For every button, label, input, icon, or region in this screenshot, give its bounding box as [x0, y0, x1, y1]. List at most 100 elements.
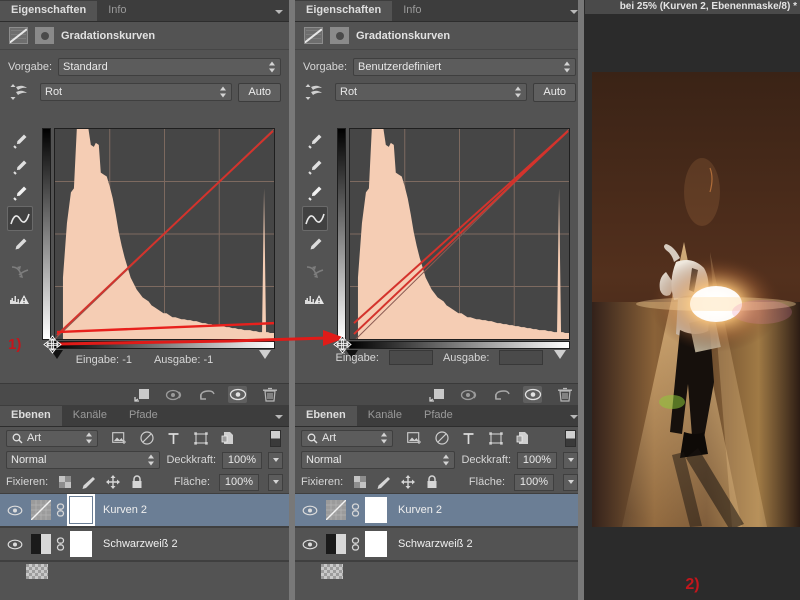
pencil-tool-icon-right[interactable]: [302, 232, 328, 257]
filter-toggle-switch-right[interactable]: [565, 430, 576, 447]
lock-position-icon-right[interactable]: [400, 475, 415, 490]
eyedropper-black-icon[interactable]: [7, 128, 33, 153]
preset-select-right[interactable]: Benutzerdefiniert: [353, 58, 576, 76]
tab-eigenschaften-right[interactable]: Eigenschaften: [295, 1, 392, 21]
tab-pfade-right[interactable]: Pfade: [413, 406, 464, 426]
preset-spinner-icon-right[interactable]: [564, 62, 571, 73]
layer-visibility-toggle-left-0[interactable]: [4, 505, 26, 516]
layer-visibility-toggle-right-0[interactable]: [299, 505, 321, 516]
clipping-warning-icon[interactable]: [7, 287, 33, 312]
tab-pfade-left[interactable]: Pfade: [118, 406, 169, 426]
curve-graph-left[interactable]: [42, 128, 275, 350]
target-adjust-tool-icon-left[interactable]: [8, 82, 34, 102]
curve-editor-left[interactable]: Eingabe: -1 Ausgabe: -1: [0, 128, 289, 363]
blend-mode-spinner-icon-left[interactable]: [148, 455, 155, 466]
pencil-tool-icon[interactable]: [7, 232, 33, 257]
document-canvas-image[interactable]: [592, 72, 800, 527]
link-mask-icon-left-1[interactable]: [56, 537, 65, 551]
curve-point-tool-icon-right[interactable]: [302, 206, 328, 231]
layer-mask-thumbnail-right-1[interactable]: [365, 531, 387, 557]
tab-kanaele-left[interactable]: Kanäle: [62, 406, 118, 426]
layer-mask-thumbnail-left-1[interactable]: [70, 531, 92, 557]
layer-row-schwarzweiss2-right[interactable]: Schwarzweiß 2: [295, 527, 584, 561]
lock-image-pixels-icon[interactable]: [81, 475, 96, 490]
clip-to-layer-icon-left[interactable]: [132, 386, 151, 403]
layer-mask-thumbnail-right-0[interactable]: [365, 497, 387, 523]
eyedropper-gray-icon-right[interactable]: [302, 154, 328, 179]
blend-mode-select-left[interactable]: Normal: [6, 451, 160, 469]
opacity-dropdown-icon-right[interactable]: [563, 452, 578, 469]
adjustment-layer-filter-icon-right[interactable]: [434, 431, 449, 446]
panel-menu-icon-left[interactable]: [275, 7, 284, 16]
document-titlebar[interactable]: bei 25% (Kurven 2, Ebenenmaske/8) *: [585, 0, 800, 14]
lock-position-icon[interactable]: [105, 475, 120, 490]
fill-dropdown-icon-left[interactable]: [268, 474, 283, 491]
opacity-dropdown-icon-left[interactable]: [268, 452, 283, 469]
clipping-warning-icon-right[interactable]: [302, 287, 328, 312]
opacity-value-box-left[interactable]: 100%: [222, 452, 262, 469]
tab-eigenschaften-left[interactable]: Eigenschaften: [0, 1, 97, 21]
layer-thumbnail-bw-right[interactable]: [326, 534, 346, 554]
delete-adjustment-icon-right[interactable]: [555, 386, 574, 403]
target-adjust-tool-icon-right[interactable]: [303, 82, 329, 102]
link-mask-icon-left-0[interactable]: [56, 503, 65, 517]
blend-mode-spinner-icon-right[interactable]: [443, 455, 450, 466]
filter-toggle-switch-left[interactable]: [270, 430, 281, 447]
lock-image-pixels-icon-right[interactable]: [376, 475, 391, 490]
lock-all-icon-right[interactable]: [424, 475, 439, 490]
auto-button-right[interactable]: Auto: [533, 83, 576, 102]
curve-point-tool-icon[interactable]: [7, 206, 33, 231]
layers-panel-menu-icon-left[interactable]: [275, 412, 284, 421]
layer-visibility-toggle-left-1[interactable]: [4, 539, 26, 550]
preset-spinner-icon-left[interactable]: [269, 62, 276, 73]
smart-object-filter-icon[interactable]: [220, 431, 235, 446]
output-field-right[interactable]: [499, 350, 543, 365]
tab-ebenen-left[interactable]: Ebenen: [0, 406, 62, 426]
toggle-visibility-icon-right[interactable]: [523, 386, 542, 403]
layer-row-kurven2-left[interactable]: Kurven 2: [0, 493, 289, 527]
fill-value-box-left[interactable]: 100%: [219, 474, 259, 491]
eyedropper-gray-icon[interactable]: [7, 154, 33, 179]
layer-filter-spinner-icon-right[interactable]: [381, 433, 388, 444]
tab-info-right[interactable]: Info: [392, 1, 432, 21]
auto-button-left[interactable]: Auto: [238, 83, 281, 102]
curve-plot-area-left[interactable]: [54, 128, 275, 340]
link-mask-icon-right-0[interactable]: [351, 503, 360, 517]
blend-mode-select-right[interactable]: Normal: [301, 451, 455, 469]
fill-value-box-right[interactable]: 100%: [514, 474, 554, 491]
clip-to-layer-icon-right[interactable]: [427, 386, 446, 403]
channel-spinner-icon-right[interactable]: [515, 87, 522, 98]
tab-ebenen-right[interactable]: Ebenen: [295, 406, 357, 426]
toggle-previous-state-icon-left[interactable]: [164, 386, 183, 403]
input-field-right[interactable]: [389, 350, 433, 365]
lock-transparency-icon-right[interactable]: [352, 475, 367, 490]
preset-select-left[interactable]: Standard: [58, 58, 281, 76]
layer-row-kurven2-right[interactable]: Kurven 2: [295, 493, 584, 527]
curve-editor-right[interactable]: Eingabe: Ausgabe:: [295, 128, 584, 363]
curve-plot-area-right[interactable]: [349, 128, 570, 340]
toggle-visibility-icon-left[interactable]: [228, 386, 247, 403]
pixel-layer-filter-icon-right[interactable]: [407, 431, 422, 446]
layer-row-partial-left[interactable]: [0, 561, 289, 581]
smart-object-filter-icon-right[interactable]: [515, 431, 530, 446]
reset-adjustment-icon-left[interactable]: [196, 386, 215, 403]
curve-graph-right[interactable]: [337, 128, 570, 350]
lock-transparency-icon[interactable]: [57, 475, 72, 490]
layer-thumbnail-curves-right[interactable]: [326, 500, 346, 520]
type-layer-filter-icon-right[interactable]: [461, 431, 476, 446]
tab-kanaele-right[interactable]: Kanäle: [357, 406, 413, 426]
layer-row-schwarzweiss2-left[interactable]: Schwarzweiß 2: [0, 527, 289, 561]
delete-adjustment-icon-left[interactable]: [260, 386, 279, 403]
layer-mask-thumbnail-left-0[interactable]: [70, 497, 92, 523]
layer-filter-select-left[interactable]: Art: [6, 430, 98, 447]
pixel-layer-filter-icon[interactable]: [112, 431, 127, 446]
toggle-previous-state-icon-right[interactable]: [459, 386, 478, 403]
opacity-value-box-right[interactable]: 100%: [517, 452, 557, 469]
layer-filter-spinner-icon-left[interactable]: [86, 433, 93, 444]
shape-layer-filter-icon[interactable]: [193, 431, 208, 446]
channel-spinner-icon-left[interactable]: [220, 87, 227, 98]
shape-layer-filter-icon-right[interactable]: [488, 431, 503, 446]
layer-thumbnail-bw-left[interactable]: [31, 534, 51, 554]
layer-visibility-toggle-right-1[interactable]: [299, 539, 321, 550]
eyedropper-black-icon-right[interactable]: [302, 128, 328, 153]
